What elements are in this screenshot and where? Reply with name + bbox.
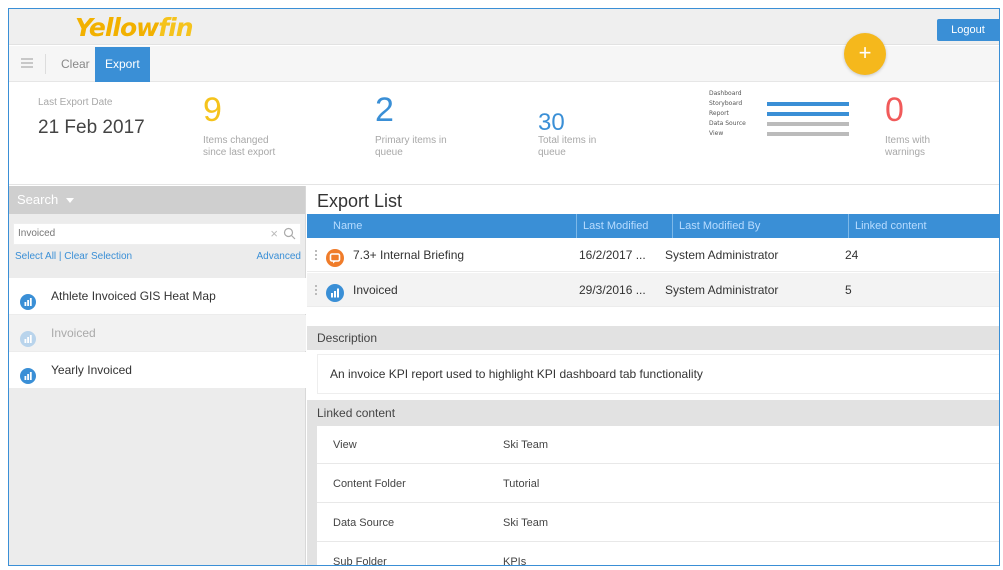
export-list-panel: Export List Name Last Modified Last Modi… [307,186,999,565]
description-text: An invoice KPI report used to highlight … [317,354,999,394]
row-last-modified-by: System Administrator [665,283,779,297]
drag-handle-icon[interactable] [315,250,319,262]
drag-handle-icon[interactable] [315,285,319,297]
advanced-link[interactable]: Advanced [257,251,301,262]
total-items-label: Total items in queue [538,135,597,158]
select-clear-links[interactable]: Select All | Clear Selection [15,251,132,262]
items-changed-label: Items changed since last export [203,135,276,158]
search-panel: Search Invoiced × Select All | Clear Sel… [9,186,306,565]
column-header-last-modified[interactable]: Last Modified [577,214,673,238]
export-button[interactable]: Export [95,47,150,82]
content-type-bar-row: Data Source [709,119,859,129]
content-type-bar [767,122,849,126]
primary-items-count: 2 [375,91,394,129]
row-linked-count: 5 [845,283,852,297]
search-icon[interactable] [283,227,296,240]
content-type-bar-label: Report [709,110,729,117]
search-result-item[interactable]: Invoiced [9,315,306,351]
content-type-bar-label: View [709,130,724,137]
toolbar-divider [45,54,46,74]
row-name: 7.3+ Internal Briefing [353,248,465,262]
row-linked-count: 24 [845,248,859,262]
content-type-bar-row: View [709,129,859,139]
search-result-item[interactable]: Yearly Invoiced [9,352,306,388]
content-type-bar-row: Report [709,109,859,119]
content-type-bar-label: Storyboard [709,100,743,107]
search-result-item[interactable]: Athlete Invoiced GIS Heat Map [9,278,306,314]
content-type-bar [767,112,849,116]
linked-content-row: Content Folder Tutorial [317,465,999,503]
content-type-bar [767,102,849,106]
search-heading[interactable]: Search [9,186,305,214]
row-last-modified: 16/2/2017 ... [579,248,646,262]
row-last-modified-by: System Administrator [665,248,779,262]
description-heading: Description [307,326,999,350]
linked-content-heading: Linked content [307,400,999,426]
last-export-date: 21 Feb 2017 [38,117,145,138]
logout-button[interactable]: Logout [937,19,999,41]
linked-content-row: Sub Folder KPIs [317,543,999,565]
yellowfin-logo: Yellowfin [75,13,194,42]
content-type-bar [767,132,849,136]
items-changed-count: 9 [203,91,222,129]
row-last-modified: 29/3/2016 ... [579,283,646,297]
content-type-bar-label: Data Source [709,120,746,127]
warnings-count: 0 [885,91,904,129]
warnings-label: Items with warnings [885,135,931,158]
last-export-label: Last Export Date [38,97,113,108]
table-header: Name Last Modified Last Modified By Link… [307,214,999,238]
linked-content-row: View Ski Team [317,426,999,464]
table-row[interactable]: Invoiced 29/3/2016 ... System Administra… [307,273,999,307]
column-header-last-modified-by[interactable]: Last Modified By [673,214,849,238]
clear-search-icon[interactable]: × [270,226,278,241]
hamburger-menu-icon[interactable] [21,58,33,68]
chevron-down-icon [66,198,75,204]
add-button[interactable]: + [844,33,886,75]
total-items-count: 30 [538,109,565,136]
page-title: Export List [317,191,403,211]
clear-button[interactable]: Clear [49,46,102,82]
column-header-linked-content[interactable]: Linked content [849,214,999,238]
app-frame: Yellowfin Logout Clear Export + Last Exp… [8,8,1000,566]
report-icon [326,281,344,315]
linked-content-row: Data Source Ski Team [317,504,999,542]
search-input-value[interactable]: Invoiced [18,228,55,239]
export-summary: Last Export Date 21 Feb 2017 9 Items cha… [9,83,999,185]
content-type-bar-row: Dashboard [709,89,859,99]
search-input[interactable]: Invoiced × [13,223,301,245]
table-row[interactable]: 7.3+ Internal Briefing 16/2/2017 ... Sys… [307,238,999,272]
row-name: Invoiced [353,283,398,297]
linked-content-gutter [307,426,317,565]
column-header-name[interactable]: Name [307,214,577,238]
content-type-bars: Dashboard Storyboard Report Data Source View [709,89,859,149]
report-icon [20,362,36,398]
content-type-bar-row: Storyboard [709,99,859,109]
content-type-bar-label: Dashboard [709,90,742,97]
primary-items-label: Primary items in queue [375,135,447,158]
